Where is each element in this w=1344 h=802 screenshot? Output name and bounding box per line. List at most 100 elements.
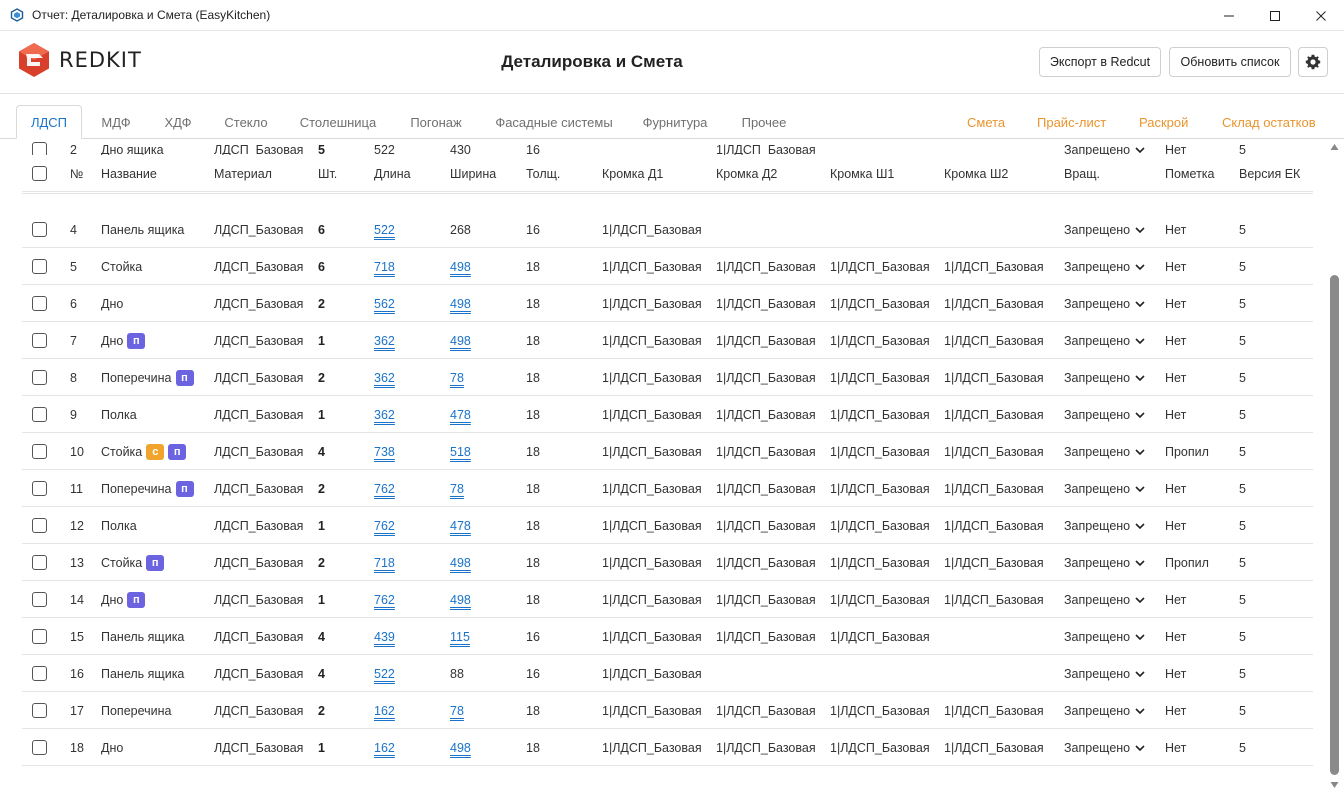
cell-length[interactable]: 738 [374,433,395,470]
cell-length[interactable]: 362 [374,396,395,433]
minimize-icon[interactable] [1206,0,1252,31]
cell-rot[interactable]: Запрещено [1064,248,1145,285]
row-checkbox[interactable] [32,666,47,681]
width-link[interactable]: 498 [450,260,471,274]
column-header[interactable]: Кромка Ш1 [830,155,894,192]
cell-rot[interactable]: Запрещено [1064,396,1145,433]
width-link[interactable]: 498 [450,297,471,311]
cell-width[interactable]: 498 [450,729,471,766]
cell-rot[interactable]: Запрещено [1064,359,1145,396]
cell-length[interactable]: 522 [374,211,395,248]
length-link[interactable]: 718 [374,260,395,274]
length-link[interactable]: 362 [374,371,395,385]
column-header[interactable]: Вращ. [1064,155,1100,192]
cell-rot[interactable]: Запрещено [1064,433,1145,470]
cell-length[interactable]: 439 [374,618,395,655]
column-header[interactable]: Название [101,155,157,192]
cell-length[interactable]: 718 [374,248,395,285]
rotation-select[interactable]: Запрещено [1064,371,1130,385]
column-header[interactable]: Ширина [450,155,496,192]
cell-width[interactable]: 478 [450,507,471,544]
rotation-select[interactable]: Запрещено [1064,297,1130,311]
tab-ldsp[interactable]: ЛДСП [16,105,82,139]
cell-width[interactable]: 498 [450,581,471,618]
width-link[interactable]: 518 [450,445,471,459]
cell-width[interactable]: 498 [450,248,471,285]
length-link[interactable]: 562 [374,297,395,311]
rotation-select[interactable]: Запрещено [1064,519,1130,533]
tab-price-list[interactable]: Прайс-лист [1037,105,1106,139]
cell-rot[interactable]: Запрещено [1064,211,1145,248]
close-icon[interactable] [1298,0,1344,31]
row-checkbox[interactable] [32,629,47,644]
cell-rot[interactable]: Запрещено [1064,285,1145,322]
row-checkbox[interactable] [32,444,47,459]
cell-rot[interactable]: Запрещено [1064,581,1145,618]
length-link[interactable]: 718 [374,556,395,570]
cell-length[interactable]: 162 [374,692,395,729]
width-link[interactable]: 498 [450,556,471,570]
column-header[interactable]: Шт. [318,155,337,192]
tab-other[interactable]: Прочее [728,105,800,139]
cell-length[interactable]: 562 [374,285,395,322]
row-checkbox[interactable] [32,740,47,755]
cell-rot[interactable]: Запрещено [1064,692,1145,729]
length-link[interactable]: 738 [374,445,395,459]
tab-hdf[interactable]: ХДФ [152,105,204,139]
rotation-select[interactable]: Запрещено [1064,408,1130,422]
column-header[interactable]: Пометка [1165,155,1215,192]
length-link[interactable]: 362 [374,334,395,348]
row-checkbox[interactable] [32,222,47,237]
tab-stock[interactable]: Склад остатков [1222,105,1316,139]
tab-mdf[interactable]: МДФ [90,105,142,139]
length-link[interactable]: 762 [374,482,395,496]
scrollbar-thumb[interactable] [1330,275,1339,775]
width-link[interactable]: 478 [450,408,471,422]
length-link[interactable]: 522 [374,223,395,237]
length-link[interactable]: 762 [374,519,395,533]
row-checkbox[interactable] [32,592,47,607]
cell-rot[interactable]: Запрещено [1064,544,1145,581]
settings-button[interactable] [1298,47,1328,77]
cell-length[interactable]: 718 [374,544,395,581]
cell-rot[interactable]: Запрещено [1064,729,1145,766]
width-link[interactable]: 498 [450,593,471,607]
column-header[interactable]: Длина [374,155,411,192]
width-link[interactable]: 78 [450,482,464,496]
length-link[interactable]: 362 [374,408,395,422]
column-header[interactable]: Толщ. [526,155,560,192]
row-checkbox[interactable] [32,333,47,348]
cell-rot[interactable]: Запрещено [1064,322,1145,359]
export-redcut-button[interactable]: Экспорт в Redcut [1039,47,1161,77]
length-link[interactable]: 522 [374,667,395,681]
cell-width[interactable]: 78 [450,359,464,396]
cell-length[interactable]: 522 [374,655,395,692]
length-link[interactable]: 162 [374,741,395,755]
rotation-select[interactable]: Запрещено [1064,260,1130,274]
rotation-select[interactable]: Запрещено [1064,630,1130,644]
rotation-select[interactable]: Запрещено [1064,334,1130,348]
select-all-checkbox[interactable] [32,166,47,181]
rotation-select[interactable]: Запрещено [1064,667,1130,681]
row-checkbox[interactable] [32,555,47,570]
length-link[interactable]: 439 [374,630,395,644]
cell-length[interactable]: 762 [374,581,395,618]
cell-width[interactable]: 498 [450,322,471,359]
row-checkbox[interactable] [32,518,47,533]
tab-moldings[interactable]: Погонаж [398,105,474,139]
tab-cutting[interactable]: Раскрой [1139,105,1188,139]
tab-facade-systems[interactable]: Фасадные системы [486,105,622,139]
column-header[interactable]: Кромка Д1 [602,155,663,192]
row-checkbox[interactable] [32,370,47,385]
tab-estimate[interactable]: Смета [967,105,1005,139]
rotation-select[interactable]: Запрещено [1064,445,1130,459]
cell-length[interactable]: 762 [374,470,395,507]
width-link[interactable]: 478 [450,519,471,533]
row-checkbox[interactable] [32,703,47,718]
maximize-icon[interactable] [1252,0,1298,31]
scroll-up-icon[interactable] [1330,143,1339,151]
cell-width[interactable]: 518 [450,433,471,470]
vertical-scrollbar[interactable] [1326,140,1344,802]
cell-length[interactable]: 762 [374,507,395,544]
row-checkbox[interactable] [32,481,47,496]
